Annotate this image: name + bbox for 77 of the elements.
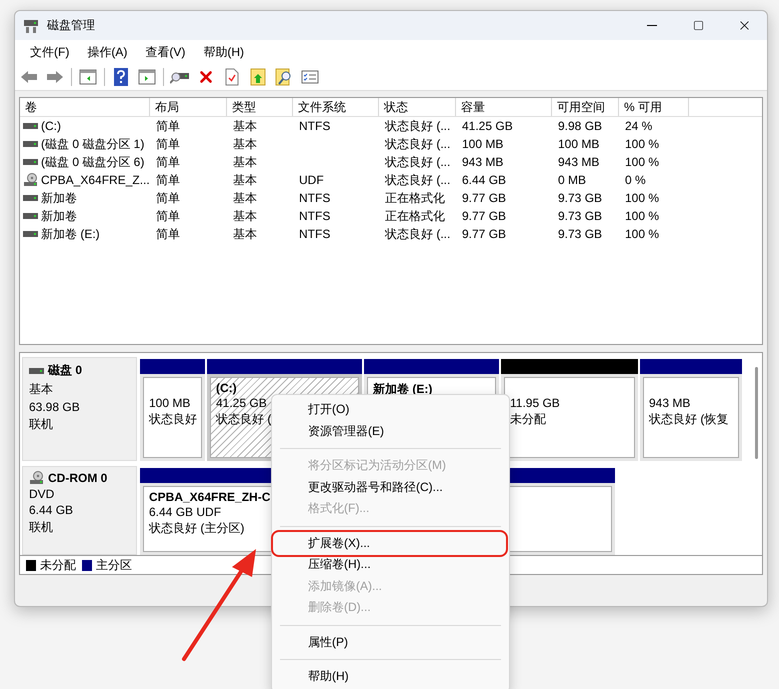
table-cell: 6.44 GB <box>462 173 506 187</box>
table-cell: 简单 <box>156 118 180 134</box>
table-cell: 943 MB <box>462 155 504 169</box>
partition-status: 未分配 <box>510 411 546 428</box>
partition-label: (C:) <box>216 381 237 395</box>
table-cell: 0 % <box>625 173 646 187</box>
partition-size: 41.25 GB <box>216 396 267 410</box>
table-cell: 状态良好 (... <box>385 136 450 152</box>
table-cell: 0 MB <box>558 173 586 187</box>
table-cell: 24 % <box>625 119 652 133</box>
legend-label: 未分配 <box>40 556 76 574</box>
table-cell: (磁盘 0 磁盘分区 6) <box>41 154 144 170</box>
table-cell: 简单 <box>156 172 180 188</box>
table-cell: 9.77 GB <box>462 227 506 241</box>
table-cell: 简单 <box>156 208 180 224</box>
table-cell: 简单 <box>156 154 180 170</box>
table-cell: 基本 <box>233 226 257 242</box>
partition-label: CPBA_X64FRE_ZH-C <box>149 490 270 504</box>
table-cell: 943 MB <box>558 155 600 169</box>
table-cell: 正在格式化 <box>385 190 445 206</box>
table-cell: 基本 <box>233 154 257 170</box>
table-cell: 简单 <box>156 136 180 152</box>
legend-label: 主分区 <box>96 556 132 574</box>
disk-name: CD-ROM 0 <box>48 470 108 485</box>
table-cell: 100 % <box>625 191 660 205</box>
disk-name: 磁盘 0 <box>48 362 82 379</box>
table-cell: CPBA_X64FRE_Z... <box>41 173 150 187</box>
table-cell: 新加卷 <box>41 190 77 206</box>
table-cell: NTFS <box>299 119 330 133</box>
table-cell: 状态良好 (... <box>385 118 450 134</box>
partition-status: 状态良好 <box>149 411 197 428</box>
partition-size: 11.95 GB <box>510 396 560 410</box>
table-cell: 9.77 GB <box>462 209 506 223</box>
table-cell: 9.73 GB <box>558 209 602 223</box>
table-cell: UDF <box>299 173 324 187</box>
table-cell: 新加卷 <box>41 208 77 224</box>
table-cell: 状态良好 (... <box>385 154 450 170</box>
table-cell: 正在格式化 <box>385 208 445 224</box>
table-cell: (磁盘 0 磁盘分区 1) <box>41 136 144 152</box>
table-cell: 100 % <box>625 209 660 223</box>
table-cell: 9.73 GB <box>558 227 602 241</box>
table-cell: NTFS <box>299 191 330 205</box>
table-cell: 简单 <box>156 226 180 242</box>
disk-size: 6.44 GB <box>29 502 74 517</box>
partition-status: 状态良好 (主分区) <box>149 520 244 537</box>
table-cell: 9.77 GB <box>462 191 506 205</box>
table-cell: 100 % <box>625 155 660 169</box>
table-cell: 100 % <box>625 227 660 241</box>
partition-size: 6.44 GB UDF <box>149 504 222 519</box>
table-cell: 基本 <box>233 190 257 206</box>
table-cell: 100 % <box>625 137 660 151</box>
table-cell: 基本 <box>233 208 257 224</box>
partition-size: 943 MB <box>649 396 690 410</box>
partition-size: 100 MB <box>149 396 190 410</box>
disk-size: 63.98 GB <box>29 400 80 414</box>
table-cell: 新加卷 (E:) <box>41 226 100 242</box>
table-cell: 41.25 GB <box>462 119 513 133</box>
table-cell: NTFS <box>299 227 330 241</box>
disk-status: 联机 <box>29 518 53 536</box>
table-cell: 基本 <box>233 118 257 134</box>
table-cell: 基本 <box>233 136 257 152</box>
table-cell: 基本 <box>233 172 257 188</box>
disk-status: 联机 <box>29 416 53 433</box>
table-cell: 状态良好 (... <box>385 172 450 188</box>
table-cell: 100 MB <box>462 137 504 151</box>
table-cell: 100 MB <box>558 137 600 151</box>
table-cell: 状态良好 (... <box>385 226 450 242</box>
window-title: 磁盘管理 <box>47 17 96 34</box>
table-cell: 9.98 GB <box>558 119 602 133</box>
disk-type: DVD <box>29 486 54 501</box>
table-cell: NTFS <box>299 209 330 223</box>
partition-status: 状态良好 ( <box>216 411 272 428</box>
disk-type: 基本 <box>29 381 53 398</box>
table-cell: (C:) <box>41 119 61 133</box>
table-cell: 简单 <box>156 190 180 206</box>
table-cell: 9.73 GB <box>558 191 602 205</box>
partition-status: 状态良好 (恢复 <box>649 411 728 428</box>
